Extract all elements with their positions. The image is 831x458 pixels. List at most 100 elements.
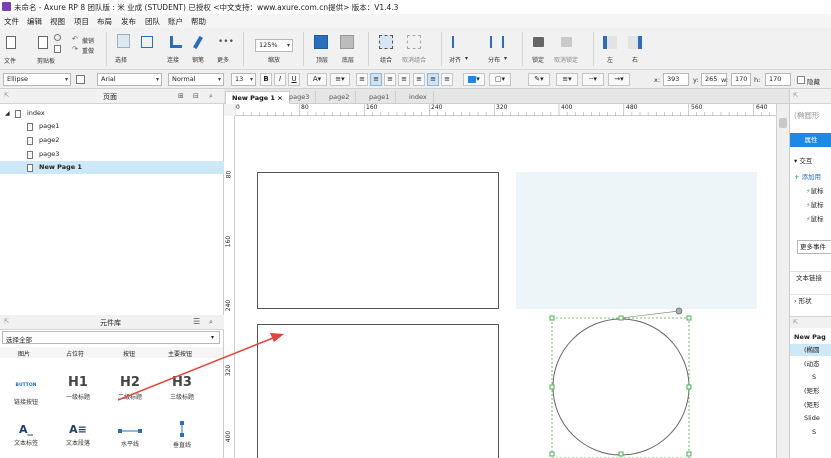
align-left-icon[interactable] [603,36,617,49]
tree-page-page3[interactable]: page3 [0,148,224,161]
vertical-scrollbar[interactable] [776,104,789,458]
zoom-select[interactable]: 125% ▾ [255,39,293,52]
collapse-icon[interactable]: ⇱ [4,92,9,99]
more-label[interactable]: 更多 [217,55,229,64]
unlock-label[interactable]: 取消锁定 [554,55,578,64]
shape-section[interactable]: › 形状 [790,294,831,306]
ungroup-icon[interactable] [407,35,421,49]
widget-vertical-line[interactable]: 垂直线 [158,420,206,449]
outline-row[interactable]: S [790,426,831,438]
tab-new-page-1[interactable]: New Page 1 × [225,91,290,104]
lock-label[interactable]: 锁定 [532,55,544,64]
copy-icon[interactable] [54,45,61,53]
search-icon[interactable]: ⌕ [209,92,213,101]
underline-button[interactable]: U [288,73,300,86]
tree-root-index[interactable]: ◢ index [0,107,224,120]
align-right-icon[interactable] [628,36,642,49]
search-icon[interactable]: ⌕ [209,318,213,327]
align-icon[interactable] [452,36,466,48]
add-page-icon[interactable]: ⊞ [178,92,184,100]
group-icon[interactable] [379,35,393,49]
style-edit-icon[interactable] [76,75,85,84]
redo-icon[interactable]: ↷ [72,45,78,53]
tab-properties[interactable]: 属性 [790,133,831,147]
font-select[interactable]: Arial ▾ [97,73,162,86]
font-weight-select[interactable]: Normal ▾ [168,73,224,86]
bring-to-front-icon[interactable] [314,35,328,49]
tree-page-new-page-1[interactable]: New Page 1 [0,161,224,174]
menu-view[interactable]: 视图 [50,16,65,27]
select-tool-icon[interactable] [117,34,130,48]
event-row[interactable]: ⚡鼠标 [790,185,831,197]
align-text-right-button[interactable]: ≡ [384,73,396,86]
italic-button[interactable]: I [274,73,286,86]
shape-name-field[interactable]: (椭圆形 [790,110,831,122]
distribute-icon[interactable] [490,36,504,48]
connect-icon[interactable] [170,36,182,48]
pen-icon[interactable] [193,35,203,50]
left-label[interactable]: 左 [607,55,613,64]
bold-button[interactable]: B [260,73,272,86]
widget-image[interactable]: 图片 [18,349,30,358]
right-label[interactable]: 右 [632,55,638,64]
menu-team[interactable]: 团队 [145,16,160,27]
widget-primary-button[interactable]: 主要按钮 [168,349,192,358]
style-select[interactable]: Ellipse ▾ [3,73,71,86]
tab-page1[interactable]: page1 [363,91,397,104]
menu-account[interactable]: 账户 [168,16,183,27]
menu-publish[interactable]: 发布 [121,16,136,27]
connect-label[interactable]: 连接 [167,55,179,64]
align-label[interactable]: 对齐 [449,55,461,64]
bullet-list-button[interactable]: ≡▾ [330,73,350,86]
w-field[interactable]: 170 [731,73,751,86]
widget-link-button[interactable]: BUTTON 链接按钮 [2,380,50,406]
widget-horizontal-line[interactable]: 水平线 [106,423,154,448]
valign-bottom-button[interactable]: ≡ [441,73,453,86]
shadow-button[interactable]: ▢▾ [489,73,511,86]
interactions-section[interactable]: ▾ 交互 [790,155,831,167]
menu-icon[interactable]: ☰ [193,317,200,326]
collapse-icon[interactable]: ⇱ [4,318,9,325]
outline-row-selected[interactable]: (椭圆 [790,344,831,356]
h-field[interactable]: 170 [765,73,791,86]
menu-edit[interactable]: 编辑 [27,16,42,27]
lock-icon[interactable] [533,37,544,47]
align-text-center-button[interactable]: ≡ [370,73,382,86]
menu-help[interactable]: 帮助 [191,16,206,27]
bottom-layer-label[interactable]: 底层 [342,55,354,64]
close-icon[interactable]: × [277,94,282,102]
widget-button[interactable]: 按钮 [123,349,135,358]
tab-page2[interactable]: page2 [323,91,357,104]
paste-icon[interactable] [38,36,48,49]
outline-row[interactable]: (矩形 [790,385,831,397]
line-width-button[interactable]: ≡▾ [556,73,578,86]
new-file-icon[interactable] [6,36,16,49]
group-label[interactable]: 组合 [380,55,392,64]
widget-h2[interactable]: H2 二级标题 [106,375,154,401]
unlock-icon[interactable] [561,37,572,47]
more-events-select[interactable]: 更多事件 [797,240,831,254]
widget-text-label[interactable]: A_ 文本标签 [2,423,50,447]
x-field[interactable]: 393 [663,73,689,86]
valign-top-button[interactable]: ≡ [413,73,425,86]
cut-icon[interactable] [54,34,61,41]
library-filter-select[interactable]: 选择全部 ▾ [2,331,220,344]
outline-row[interactable]: (动态 [790,358,831,370]
arrow-style-button[interactable]: →▾ [608,73,630,86]
font-size-select[interactable]: 13 ▾ [231,73,256,86]
distribute-label[interactable]: 分布 [488,55,500,64]
justify-text-button[interactable]: ≡ [398,73,410,86]
pen-label[interactable]: 钢笔 [192,55,204,64]
fill-color-button[interactable]: ▾ [463,73,485,86]
widget-paragraph[interactable]: A≡ 文本段落 [54,423,102,447]
send-to-back-icon[interactable] [340,35,354,49]
widget-h3[interactable]: H3 三级标题 [158,375,206,401]
outline-row[interactable]: (矩形 [790,399,831,411]
top-layer-label[interactable]: 顶层 [316,55,328,64]
text-link-section[interactable]: 文本链接 [790,271,831,283]
event-row[interactable]: ⚡鼠标 [790,199,831,211]
font-color-button[interactable]: A▾ [307,73,327,86]
outline-row[interactable]: Slide [790,412,831,424]
tab-index[interactable]: index [403,91,434,104]
ungroup-label[interactable]: 取消组合 [402,55,426,64]
